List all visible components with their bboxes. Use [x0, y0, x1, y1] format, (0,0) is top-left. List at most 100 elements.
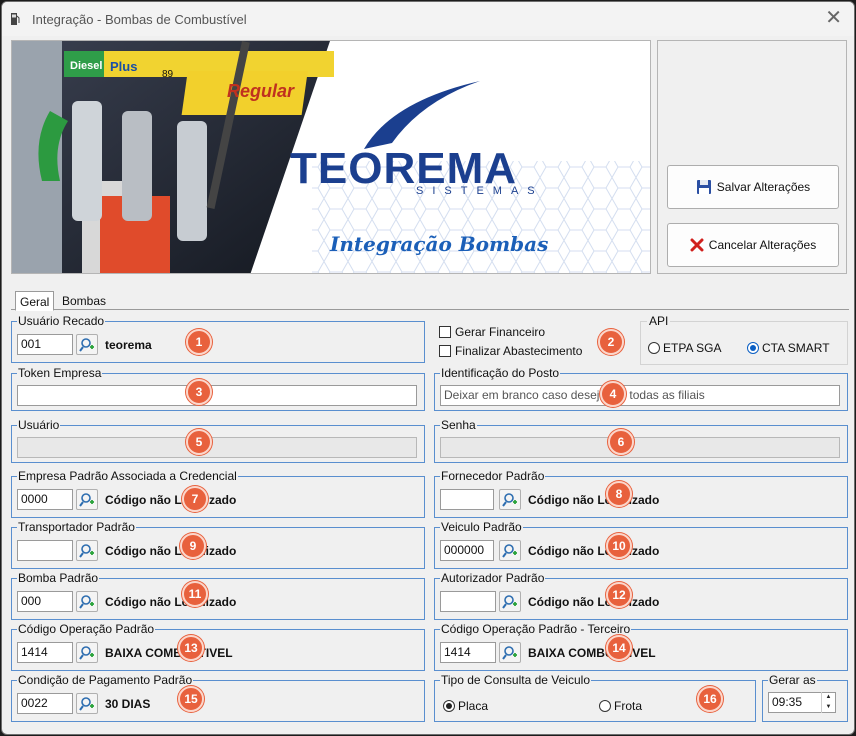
token-empresa-input[interactable] [17, 385, 417, 406]
api-cta-smart-radio[interactable]: CTA SMART [747, 341, 830, 355]
codigo-operacao-terceiro-desc: BAIXA COMBUSTIVEL [528, 646, 656, 660]
transportador-padrao-code-input[interactable] [17, 540, 73, 561]
condicao-pagamento-desc: 30 DIAS [105, 697, 151, 711]
autorizador-padrao-code-input[interactable] [440, 591, 496, 612]
group-usuario-recado: Usuário Recado 001 teorema [11, 314, 425, 363]
tab-geral[interactable]: Geral [15, 291, 55, 311]
senha-label: Senha [440, 418, 477, 432]
identificacao-posto-input[interactable]: Deixar em branco caso deseje ver todas a… [440, 385, 840, 406]
close-icon[interactable]: ✕ [825, 8, 842, 28]
codigo-operacao-terceiro-code-input[interactable]: 1414 [440, 642, 496, 663]
codigo-operacao-label: Código Operação Padrão [17, 622, 156, 636]
usuario-recado-search-button[interactable] [76, 334, 98, 355]
api-etpa-sga-radio[interactable]: ETPA SGA [648, 341, 721, 355]
condicao-pagamento-search-button[interactable] [76, 693, 98, 714]
callout-badge: 11 [182, 581, 208, 607]
finalizar-abastecimento-checkbox[interactable]: Finalizar Abastecimento [439, 344, 582, 358]
bomba-padrao-code-input[interactable]: 000 [17, 591, 73, 612]
gerar-financeiro-checkbox[interactable]: Gerar Financeiro [439, 325, 545, 339]
red-x-icon [690, 238, 704, 252]
floppy-disk-icon [696, 180, 711, 194]
callout-badge: 3 [186, 379, 212, 405]
radio-dot-selected [747, 342, 759, 354]
api-label: API [647, 314, 671, 328]
tab-divider [11, 309, 849, 310]
codigo-operacao-terceiro-search-button[interactable] [499, 642, 521, 663]
search-plus-icon [79, 595, 94, 609]
transportador-padrao-search-button[interactable] [76, 540, 98, 561]
veiculo-padrao-code-input[interactable]: 000000 [440, 540, 494, 561]
usuario-input[interactable] [17, 437, 417, 458]
autorizador-padrao-search-button[interactable] [499, 591, 521, 612]
pump-label-plus: Plus [110, 59, 137, 74]
identificacao-posto-label: Identificação do Posto [440, 366, 561, 380]
pump-label-regular: Regular [227, 81, 295, 101]
callout-badge: 1 [186, 329, 212, 355]
api-opt1-label: ETPA SGA [663, 341, 722, 355]
group-senha: Senha [434, 418, 848, 463]
veiculo-padrao-label: Veiculo Padrão [440, 520, 523, 534]
callout-badge: 15 [178, 686, 204, 712]
callout-badge: 12 [606, 582, 632, 608]
tipo-consulta-label: Tipo de Consulta de Veiculo [440, 673, 591, 687]
fornecedor-padrao-search-button[interactable] [499, 489, 521, 510]
title-bar: Integração - Bombas de Combustível ✕ [2, 2, 854, 36]
callout-badge: 8 [606, 481, 632, 507]
usuario-recado-code-input[interactable]: 001 [17, 334, 73, 355]
senha-input[interactable] [440, 437, 840, 458]
codigo-operacao-desc: BAIXA COMBUSTIVEL [105, 646, 233, 660]
pump-label-89: 89 [162, 69, 174, 80]
codigo-operacao-search-button[interactable] [76, 642, 98, 663]
search-plus-icon [502, 544, 517, 558]
cancel-button[interactable]: Cancelar Alterações [667, 223, 839, 267]
group-empresa-padrao: Empresa Padrão Associada a Credencial 00… [11, 469, 425, 518]
integration-window: Integração - Bombas de Combustível ✕ Die… [1, 1, 855, 735]
spinner-up-icon[interactable]: ▲ [822, 692, 835, 702]
veiculo-padrao-desc: Código não Localizado [528, 544, 660, 558]
veiculo-padrao-search-button[interactable] [499, 540, 521, 561]
group-transportador-padrao: Transportador Padrão Código não Localiza… [11, 520, 425, 569]
group-gerar-as: Gerar as 09:35 ▲ ▼ [762, 673, 848, 722]
logo-sub: SISTEMAS [416, 185, 544, 197]
condicao-pagamento-label: Condição de Pagamento Padrão [17, 673, 194, 687]
tipo-consulta-placa-radio[interactable]: Placa [443, 699, 488, 713]
search-plus-icon [502, 646, 517, 660]
usuario-label: Usuário [17, 418, 61, 432]
group-fornecedor-padrao: Fornecedor Padrão Código não Localizado [434, 469, 848, 518]
radio-dot [599, 700, 611, 712]
tipo-consulta-frota-radio[interactable]: Frota [599, 699, 642, 713]
fornecedor-padrao-code-input[interactable] [440, 489, 494, 510]
tab-bombas[interactable]: Bombas [58, 291, 110, 311]
gerar-as-spinner[interactable]: ▲ ▼ [821, 692, 835, 713]
callout-badge: 10 [606, 533, 632, 559]
codigo-operacao-terceiro-label: Código Operação Padrão - Terceiro [440, 622, 632, 636]
condicao-pagamento-code-input[interactable]: 0022 [17, 693, 73, 714]
save-button[interactable]: Salvar Alterações [667, 165, 839, 209]
group-veiculo-padrao: Veiculo Padrão 000000 Código não Localiz… [434, 520, 848, 569]
transportador-padrao-label: Transportador Padrão [17, 520, 136, 534]
empresa-padrao-desc: Código não Localizado [105, 493, 237, 507]
callout-badge: 9 [180, 533, 206, 559]
tipo-consulta-opt1-label: Placa [458, 699, 489, 713]
group-identificacao-posto: Identificação do Posto Deixar em branco … [434, 366, 848, 411]
banner-graphic: Diesel Plus 89 Regular TEOREMA SISTEMAS … [12, 41, 650, 273]
group-usuario: Usuário [11, 418, 425, 463]
bomba-padrao-label: Bomba Padrão [17, 571, 100, 585]
search-plus-icon [502, 595, 517, 609]
empresa-padrao-search-button[interactable] [76, 489, 98, 510]
gerar-financeiro-label: Gerar Financeiro [455, 325, 546, 339]
callout-badge: 5 [186, 429, 212, 455]
empresa-padrao-label: Empresa Padrão Associada a Credencial [17, 469, 238, 483]
codigo-operacao-code-input[interactable]: 1414 [17, 642, 73, 663]
group-token-empresa: Token Empresa [11, 366, 425, 411]
search-plus-icon [79, 338, 94, 352]
fornecedor-padrao-desc: Código não Localizado [528, 493, 660, 507]
tipo-consulta-opt2-label: Frota [614, 699, 643, 713]
bomba-padrao-search-button[interactable] [76, 591, 98, 612]
group-api: API ETPA SGA CTA SMART [640, 314, 848, 365]
banner-caption: Integração Bombas [329, 232, 548, 256]
autorizador-padrao-desc: Código não Localizado [528, 595, 660, 609]
radio-dot [648, 342, 660, 354]
empresa-padrao-code-input[interactable]: 0000 [17, 489, 73, 510]
spinner-down-icon[interactable]: ▼ [822, 702, 835, 712]
